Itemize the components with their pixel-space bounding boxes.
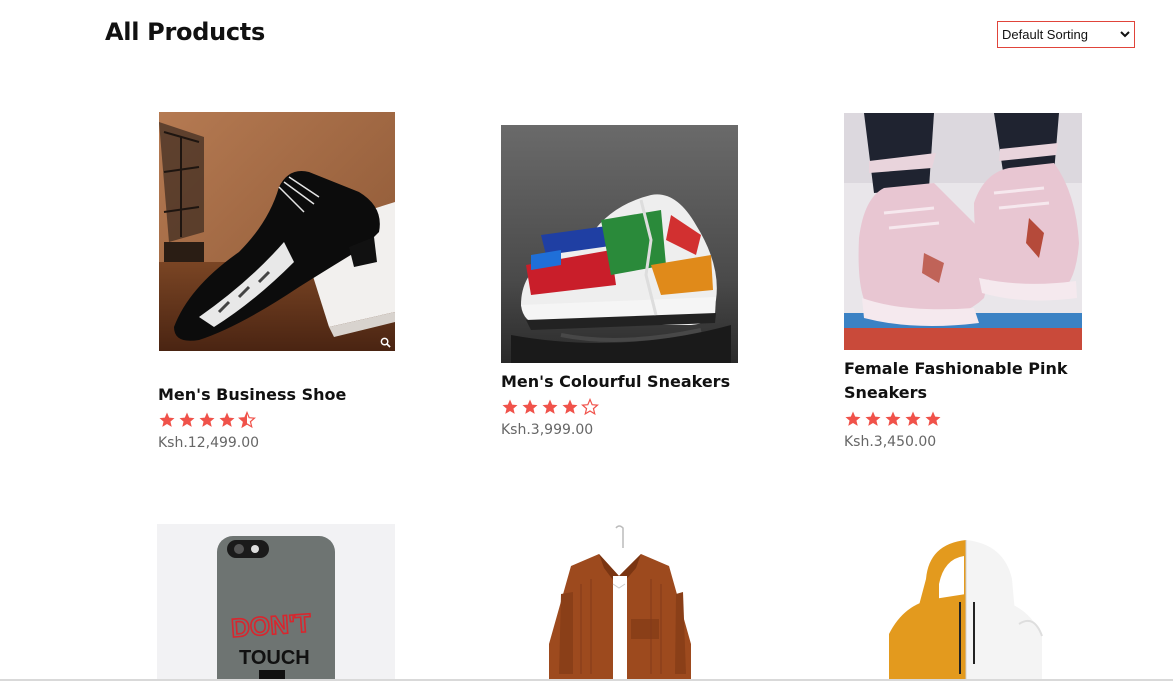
star-full-icon — [199, 412, 215, 427]
zoom-icon[interactable] — [380, 337, 391, 348]
product-image[interactable] — [501, 524, 738, 680]
product-image[interactable] — [501, 125, 738, 363]
star-full-icon — [219, 412, 235, 427]
product-price: Ksh.3,450.00 — [844, 434, 937, 450]
product-image[interactable] — [159, 112, 395, 351]
star-full-icon — [845, 411, 861, 426]
sort-select-value: Default Sorting — [1002, 27, 1088, 42]
star-full-icon — [885, 411, 901, 426]
star-half-icon — [238, 411, 256, 429]
star-full-icon — [905, 411, 921, 426]
sort-select[interactable]: Default Sorting — [997, 21, 1135, 48]
star-full-icon — [925, 411, 941, 426]
phone-case-text-1: DON'T — [230, 608, 312, 644]
product-price: Ksh.12,499.00 — [158, 435, 260, 451]
rating-stars — [501, 398, 599, 416]
rating-stars — [158, 411, 256, 429]
page-title: All Products — [105, 18, 265, 46]
star-full-icon — [179, 412, 195, 427]
star-full-icon — [562, 399, 578, 414]
chevron-down-icon — [1120, 29, 1130, 41]
phone-case-text-2: TOUCH — [239, 647, 310, 669]
star-full-icon — [542, 399, 558, 414]
product-name[interactable]: Female Fashionable Pink Sneakers — [844, 357, 1074, 405]
product-image[interactable]: DON'T TOUCH — [157, 524, 395, 680]
star-full-icon — [502, 399, 518, 414]
product-name[interactable]: Men's Business Shoe — [158, 383, 418, 407]
star-full-icon — [159, 412, 175, 427]
divider — [0, 679, 1173, 681]
star-full-icon — [865, 411, 881, 426]
product-name[interactable]: Men's Colourful Sneakers — [501, 370, 781, 394]
star-empty-icon — [581, 398, 599, 416]
rating-stars — [844, 410, 942, 428]
product-image[interactable] — [844, 524, 1082, 680]
product-price: Ksh.3,999.00 — [501, 422, 594, 438]
star-full-icon — [522, 399, 538, 414]
product-image[interactable] — [844, 113, 1082, 350]
